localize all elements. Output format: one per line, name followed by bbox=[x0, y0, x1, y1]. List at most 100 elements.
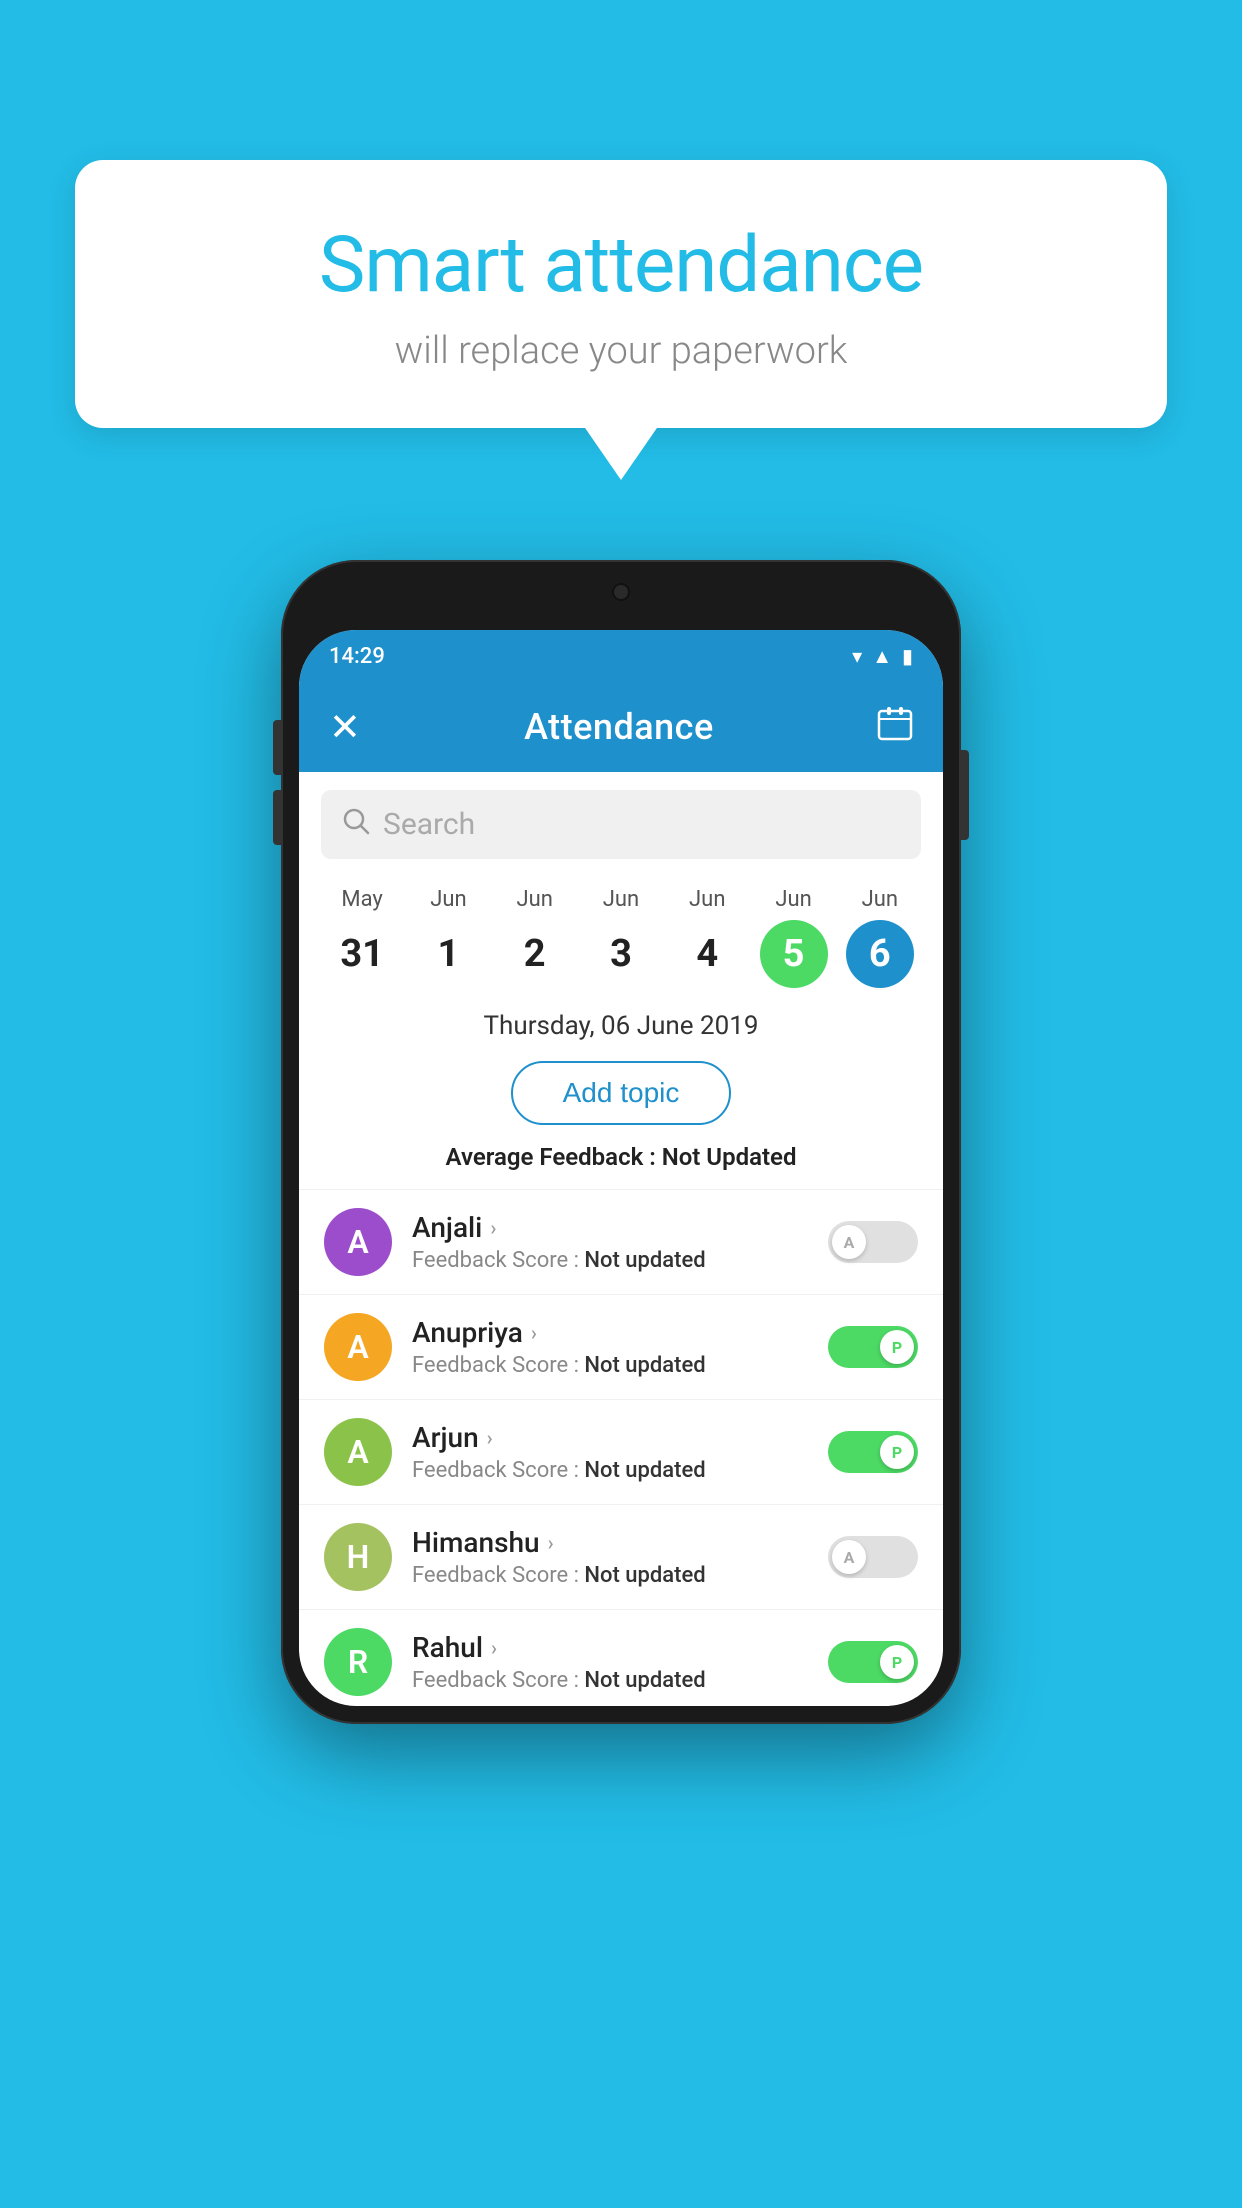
search-input[interactable]: Search bbox=[383, 807, 475, 842]
avatar: A bbox=[324, 1313, 392, 1381]
student-name[interactable]: Anjali › bbox=[412, 1211, 808, 1244]
cal-month-label: Jun bbox=[603, 887, 639, 912]
calendar-day[interactable]: May 31 bbox=[326, 887, 398, 988]
toggle-knob: A bbox=[832, 1540, 866, 1574]
battery-icon: ▮ bbox=[902, 644, 913, 668]
status-icons: ▾ ▲ ▮ bbox=[852, 644, 913, 669]
cal-month-label: Jun bbox=[430, 887, 466, 912]
feedback-value: Not updated bbox=[584, 1248, 705, 1273]
avatar: A bbox=[324, 1418, 392, 1486]
feedback-value: Not updated bbox=[584, 1668, 705, 1693]
volume-up-button bbox=[273, 720, 281, 775]
power-button bbox=[961, 750, 969, 840]
toggle-on[interactable]: P bbox=[828, 1431, 918, 1473]
toggle-knob: P bbox=[880, 1645, 914, 1679]
volume-down-button bbox=[273, 790, 281, 845]
student-feedback: Feedback Score : Not updated bbox=[412, 1668, 808, 1693]
student-info: Arjun › Feedback Score : Not updated bbox=[412, 1421, 808, 1483]
search-icon bbox=[341, 806, 371, 843]
attendance-toggle[interactable]: P bbox=[828, 1431, 918, 1473]
student-name[interactable]: Anupriya › bbox=[412, 1316, 808, 1349]
student-name[interactable]: Arjun › bbox=[412, 1421, 808, 1454]
front-camera bbox=[612, 583, 630, 601]
chevron-icon: › bbox=[487, 1426, 493, 1450]
student-row[interactable]: R Rahul › Feedback Score : Not updated P bbox=[299, 1609, 943, 1706]
toggle-knob: A bbox=[832, 1225, 866, 1259]
toggle-off[interactable]: A bbox=[828, 1221, 918, 1263]
cal-month-label: May bbox=[341, 887, 382, 912]
chevron-icon: › bbox=[531, 1321, 537, 1345]
signal-icon: ▲ bbox=[872, 644, 892, 669]
status-bar: 14:29 ▾ ▲ ▮ bbox=[299, 630, 943, 682]
student-feedback: Feedback Score : Not updated bbox=[412, 1458, 808, 1483]
chevron-icon: › bbox=[548, 1531, 554, 1555]
speech-bubble-card: Smart attendance will replace your paper… bbox=[75, 160, 1167, 428]
cal-day-number[interactable]: 1 bbox=[414, 920, 482, 988]
student-row[interactable]: AAnupriya ›Feedback Score : Not updated … bbox=[299, 1294, 943, 1399]
calendar-day[interactable]: Jun 4 bbox=[671, 887, 743, 988]
avg-feedback-label: Average Feedback : bbox=[446, 1143, 662, 1171]
add-topic-button[interactable]: Add topic bbox=[511, 1061, 732, 1125]
status-time: 14:29 bbox=[329, 644, 385, 669]
phone-notch bbox=[581, 578, 661, 606]
close-button[interactable]: ✕ bbox=[329, 705, 361, 750]
cal-month-label: Jun bbox=[775, 887, 811, 912]
calendar-row: May 31 Jun 1 Jun 2 Jun 3 Jun 4 Jun 5 Jun 6 bbox=[299, 877, 943, 993]
avatar: A bbox=[324, 1208, 392, 1276]
toggle-knob: P bbox=[880, 1330, 914, 1364]
phone-body: 14:29 ▾ ▲ ▮ ✕ Attendance bbox=[281, 560, 961, 1724]
app-header: ✕ Attendance bbox=[299, 682, 943, 772]
calendar-day[interactable]: Jun 5 bbox=[758, 887, 830, 988]
cal-day-number[interactable]: 31 bbox=[328, 920, 396, 988]
student-info: Rahul › Feedback Score : Not updated bbox=[412, 1631, 808, 1693]
student-feedback: Feedback Score : Not updated bbox=[412, 1353, 808, 1378]
phone-screen: 14:29 ▾ ▲ ▮ ✕ Attendance bbox=[299, 630, 943, 1706]
calendar-day[interactable]: Jun 1 bbox=[412, 887, 484, 988]
feedback-value: Not updated bbox=[584, 1563, 705, 1588]
student-info: Anjali › Feedback Score : Not updated bbox=[412, 1211, 808, 1273]
attendance-toggle[interactable]: A bbox=[828, 1221, 918, 1263]
student-feedback: Feedback Score : Not updated bbox=[412, 1248, 808, 1273]
cal-day-number[interactable]: 5 bbox=[760, 920, 828, 988]
cal-day-number[interactable]: 2 bbox=[501, 920, 569, 988]
cal-day-number[interactable]: 3 bbox=[587, 920, 655, 988]
attendance-toggle[interactable]: P bbox=[828, 1641, 918, 1683]
cal-day-number[interactable]: 4 bbox=[673, 920, 741, 988]
student-row[interactable]: HHimanshu ›Feedback Score : Not updated … bbox=[299, 1504, 943, 1609]
toggle-on[interactable]: P bbox=[828, 1641, 918, 1683]
student-row[interactable]: A Anjali › Feedback Score : Not updated A bbox=[299, 1189, 943, 1294]
bubble-subtitle: will replace your paperwork bbox=[125, 329, 1117, 373]
feedback-value: Not updated bbox=[584, 1353, 705, 1378]
avg-feedback-value: Not Updated bbox=[662, 1143, 797, 1171]
attendance-toggle[interactable]: P bbox=[828, 1326, 918, 1368]
student-info: Himanshu › Feedback Score : Not updated bbox=[412, 1526, 808, 1588]
wifi-icon: ▾ bbox=[852, 644, 862, 668]
cal-day-number[interactable]: 6 bbox=[846, 920, 914, 988]
student-name[interactable]: Rahul › bbox=[412, 1631, 808, 1664]
cal-month-label: Jun bbox=[516, 887, 552, 912]
student-name[interactable]: Himanshu › bbox=[412, 1526, 808, 1559]
bubble-title: Smart attendance bbox=[125, 220, 1117, 311]
avatar: R bbox=[324, 1628, 392, 1696]
student-feedback: Feedback Score : Not updated bbox=[412, 1563, 808, 1588]
student-info: Anupriya › Feedback Score : Not updated bbox=[412, 1316, 808, 1378]
average-feedback: Average Feedback : Not Updated bbox=[299, 1143, 943, 1189]
app-title: Attendance bbox=[524, 706, 714, 748]
feedback-value: Not updated bbox=[584, 1458, 705, 1483]
toggle-knob: P bbox=[880, 1435, 914, 1469]
student-row[interactable]: A Arjun › Feedback Score : Not updated P bbox=[299, 1399, 943, 1504]
attendance-toggle[interactable]: A bbox=[828, 1536, 918, 1578]
cal-month-label: Jun bbox=[862, 887, 898, 912]
calendar-day[interactable]: Jun 6 bbox=[844, 887, 916, 988]
calendar-day[interactable]: Jun 2 bbox=[499, 887, 571, 988]
toggle-on[interactable]: P bbox=[828, 1326, 918, 1368]
avatar: H bbox=[324, 1523, 392, 1591]
toggle-off[interactable]: A bbox=[828, 1536, 918, 1578]
calendar-day[interactable]: Jun 3 bbox=[585, 887, 657, 988]
phone-notch-bar bbox=[299, 578, 943, 630]
cal-month-label: Jun bbox=[689, 887, 725, 912]
selected-date: Thursday, 06 June 2019 bbox=[299, 993, 943, 1051]
calendar-icon[interactable] bbox=[877, 705, 913, 749]
student-list: A Anjali › Feedback Score : Not updated A … bbox=[299, 1189, 943, 1706]
search-bar[interactable]: Search bbox=[321, 790, 921, 859]
